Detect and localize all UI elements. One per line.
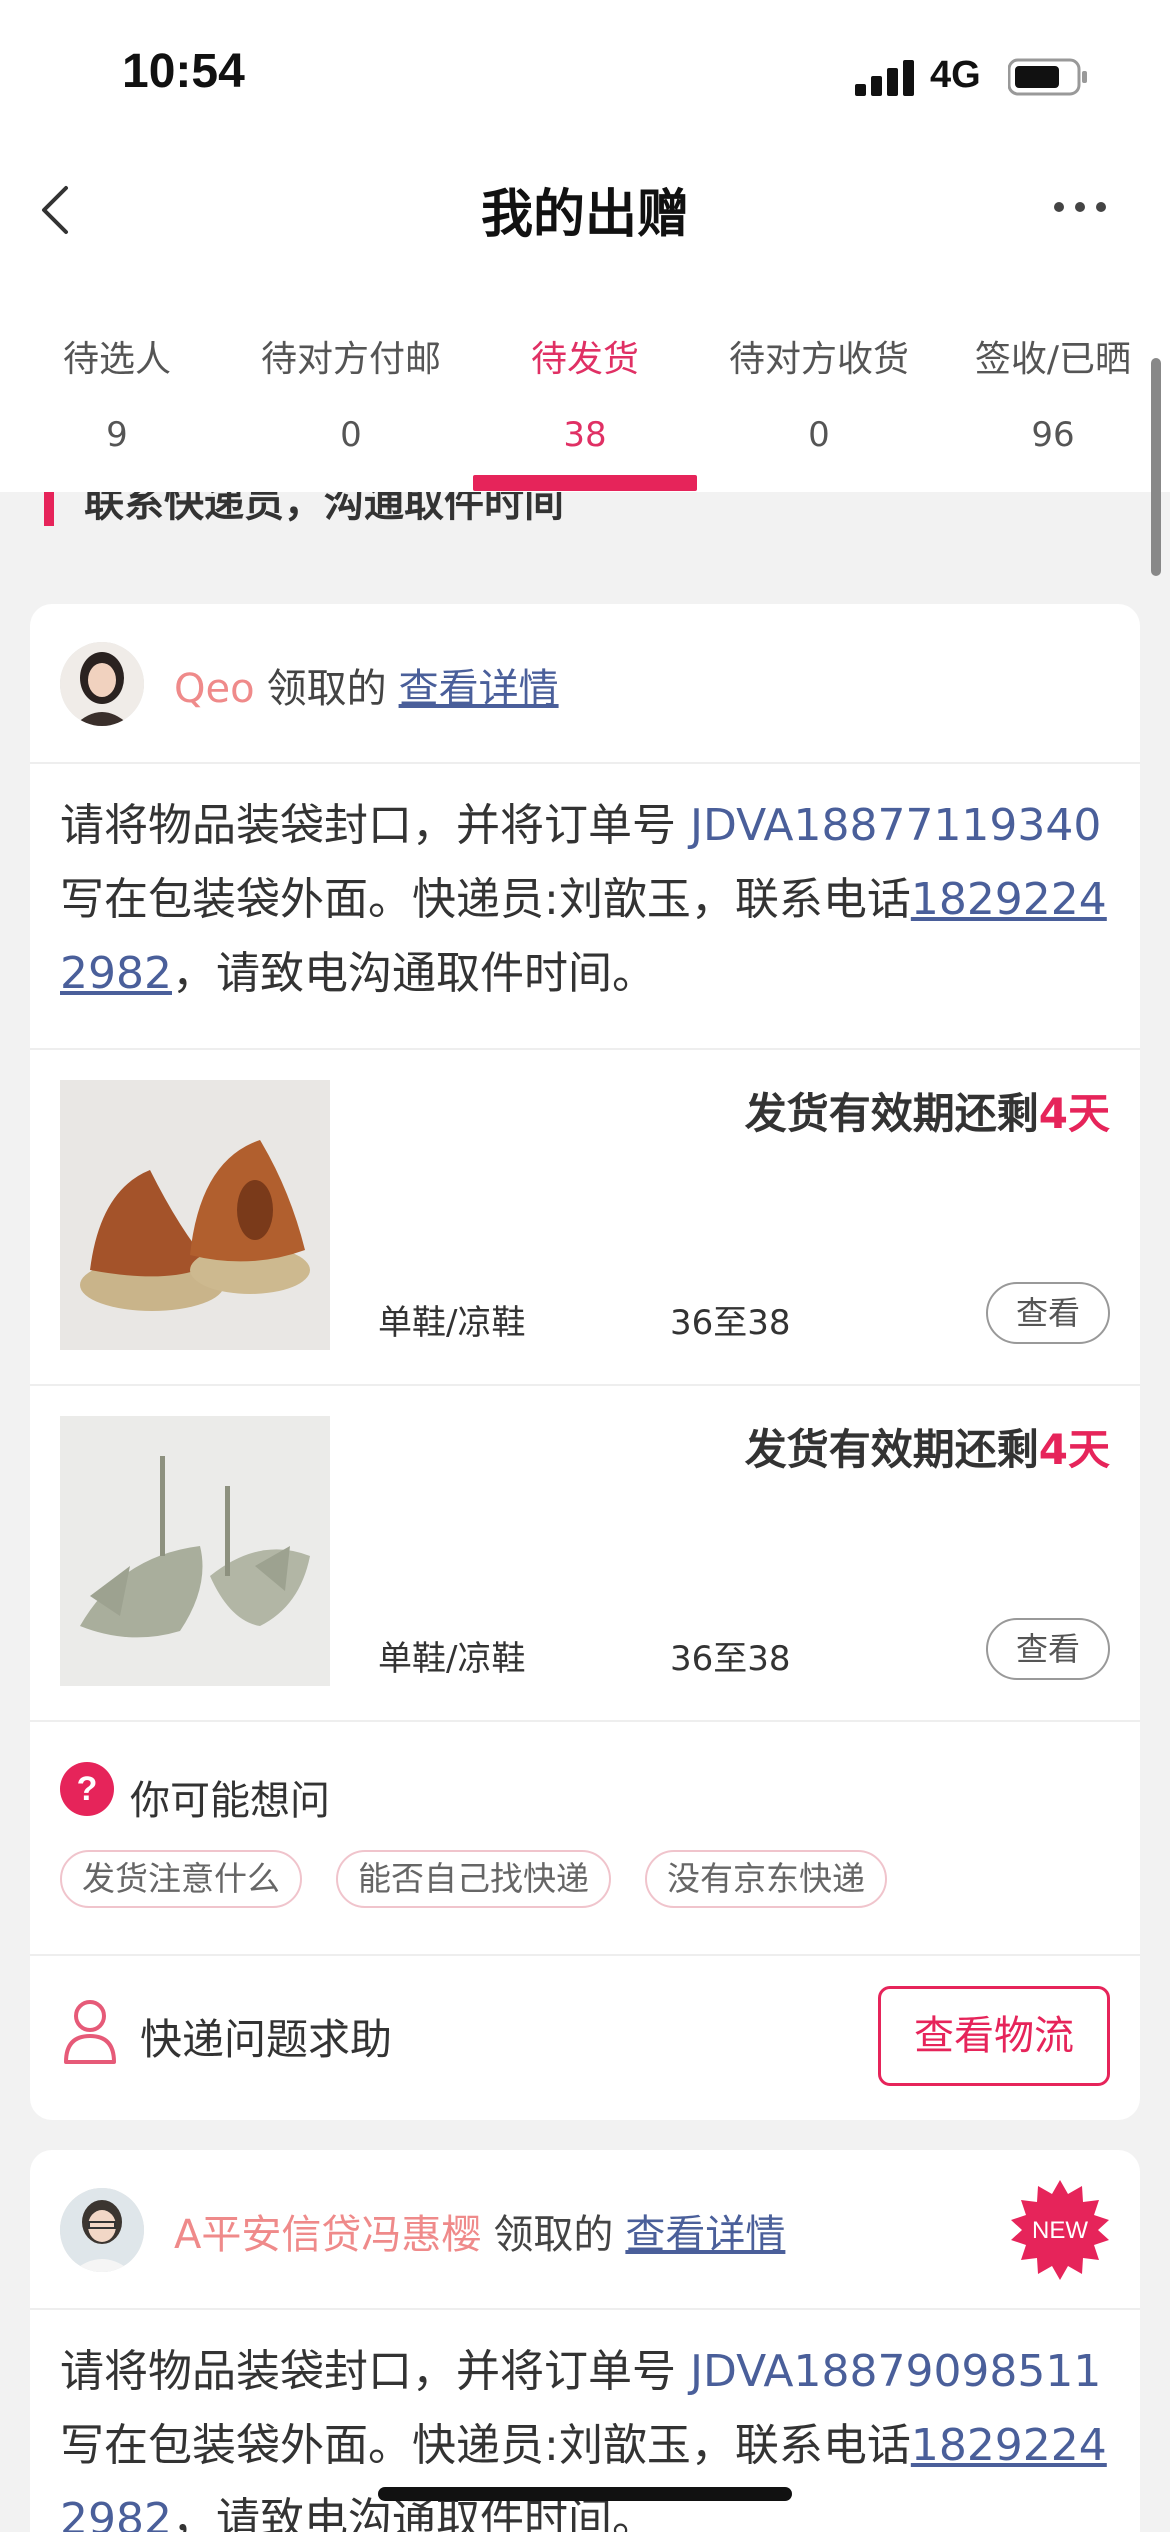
person-icon bbox=[64, 2000, 116, 2064]
tab-received-shared[interactable]: 签收/已晒 96 bbox=[936, 270, 1170, 492]
tab-count: 38 bbox=[563, 415, 607, 455]
deadline-days: 4天 bbox=[1038, 1089, 1110, 1138]
section-heading: 联系快递员，沟通取件时间 bbox=[0, 492, 1170, 552]
tab-count: 9 bbox=[106, 415, 128, 455]
item-category: 单鞋/凉鞋 bbox=[378, 1639, 526, 1679]
deadline-prefix: 发货有效期还剩 bbox=[744, 1089, 1039, 1138]
shipping-instructions: 请将物品装袋封口，并将订单号 JDVA18877119340 写在包装袋外面。快… bbox=[60, 789, 1110, 1011]
claimed-label: 领取的 bbox=[266, 666, 387, 712]
instruction-middle: 写在包装袋外面。快递员:刘歆玉，联系电话 bbox=[60, 2420, 911, 2471]
view-detail-link[interactable]: 查看详情 bbox=[399, 666, 559, 712]
tab-label: 签收/已晒 bbox=[974, 339, 1132, 380]
claimed-label: 领取的 bbox=[493, 2212, 614, 2258]
item-image[interactable] bbox=[60, 1080, 330, 1350]
ship-deadline: 发货有效期还剩4天 bbox=[745, 1080, 1110, 1141]
faq-section: ? 你可能想问 发货注意什么 能否自己找快递 没有京东快递 bbox=[30, 1722, 1140, 1954]
instruction-prefix: 请将物品装袋封口，并将订单号 bbox=[60, 800, 690, 851]
claimant-name[interactable]: A平安信贷冯惠樱 bbox=[174, 2212, 481, 2258]
item-size: 36至38 bbox=[670, 1303, 791, 1343]
tab-count: 0 bbox=[340, 415, 362, 455]
order-number: JDVA18879098511 bbox=[690, 2346, 1102, 2397]
status-time: 10:54 bbox=[122, 45, 245, 98]
tab-count: 96 bbox=[1031, 415, 1075, 455]
nav-bar: 我的出赠 bbox=[0, 150, 1170, 270]
new-badge: NEW bbox=[1011, 2180, 1109, 2280]
tab-pending-ship[interactable]: 待发货 38 bbox=[468, 270, 702, 492]
tab-label: 待发货 bbox=[530, 339, 639, 380]
gift-item[interactable]: 发货有效期还剩4天 单鞋/凉鞋 36至38 查看 bbox=[30, 1050, 1140, 1384]
faq-tag[interactable]: 没有京东快递 bbox=[645, 1850, 887, 1908]
courier-help-row: 快递问题求助 查看物流 bbox=[30, 1956, 1140, 2120]
question-icon: ? bbox=[60, 1762, 114, 1816]
tab-count: 0 bbox=[808, 415, 830, 455]
order-number: JDVA18877119340 bbox=[690, 800, 1102, 851]
item-category: 单鞋/凉鞋 bbox=[378, 1303, 526, 1343]
avatar[interactable] bbox=[60, 2188, 144, 2272]
view-detail-link[interactable]: 查看详情 bbox=[625, 2212, 785, 2258]
tab-label: 待选人 bbox=[62, 339, 171, 380]
deadline-days: 4天 bbox=[1038, 1425, 1110, 1474]
claimant-row: Qeo 领取的 查看详情 bbox=[30, 604, 1140, 764]
item-image[interactable] bbox=[60, 1416, 330, 1686]
new-badge-text: NEW bbox=[1032, 2217, 1088, 2244]
courier-help-label[interactable]: 快递问题求助 bbox=[140, 2006, 392, 2067]
section-heading-text: 联系快递员，沟通取件时间 bbox=[84, 492, 564, 526]
page-title: 我的出赠 bbox=[480, 185, 689, 245]
more-dots-icon[interactable] bbox=[1050, 192, 1110, 222]
order-card: Qeo 领取的 查看详情 请将物品装袋封口，并将订单号 JDVA1887711934… bbox=[30, 604, 1140, 2120]
tab-pending-receive[interactable]: 待对方收货 0 bbox=[702, 270, 936, 492]
item-size: 36至38 bbox=[670, 1639, 791, 1679]
scrollbar[interactable] bbox=[1151, 358, 1161, 576]
instruction-middle: 写在包装袋外面。快递员:刘歆玉，联系电话 bbox=[60, 874, 911, 925]
tab-label: 待对方付邮 bbox=[260, 339, 441, 380]
view-item-button[interactable]: 查看 bbox=[986, 1618, 1110, 1680]
section-heading-bar bbox=[44, 492, 54, 526]
claimant-name[interactable]: Qeo bbox=[174, 666, 255, 712]
claimant-row: A平安信贷冯惠樱 领取的 查看详情 NEW bbox=[30, 2150, 1140, 2310]
status-tabs: 待选人 9 待对方付邮 0 待发货 38 待对方收货 0 签收/已晒 96 bbox=[0, 270, 1170, 492]
claimant-text: Qeo 领取的 查看详情 bbox=[174, 656, 559, 714]
tab-label: 待对方收货 bbox=[728, 339, 909, 380]
status-bar: 10:54 4G bbox=[0, 0, 1170, 150]
claimant-text: A平安信贷冯惠樱 领取的 查看详情 bbox=[174, 2202, 785, 2260]
active-tab-indicator bbox=[473, 475, 697, 491]
network-type: 4G bbox=[930, 54, 981, 96]
view-logistics-button[interactable]: 查看物流 bbox=[878, 1986, 1110, 2086]
gift-item[interactable]: 发货有效期还剩4天 单鞋/凉鞋 36至38 查看 bbox=[30, 1386, 1140, 1720]
instruction-prefix: 请将物品装袋封口，并将订单号 bbox=[60, 2346, 690, 2397]
view-item-button[interactable]: 查看 bbox=[986, 1282, 1110, 1344]
shipping-instructions: 请将物品装袋封口，并将订单号 JDVA18879098511 写在包装袋外面。快… bbox=[60, 2335, 1110, 2532]
svg-text:?: ? bbox=[77, 1770, 98, 1808]
home-indicator[interactable] bbox=[378, 2487, 792, 2501]
faq-tags: 发货注意什么 能否自己找快递 没有京东快递 bbox=[60, 1850, 921, 1908]
faq-tag[interactable]: 发货注意什么 bbox=[60, 1850, 302, 1908]
instruction-suffix: ，请致电沟通取件时间。 bbox=[171, 948, 656, 999]
tab-pending-select[interactable]: 待选人 9 bbox=[0, 270, 234, 492]
faq-title: 你可能想问 bbox=[130, 1778, 330, 1824]
faq-tag[interactable]: 能否自己找快递 bbox=[336, 1850, 611, 1908]
battery-icon bbox=[1008, 58, 1087, 96]
ship-deadline: 发货有效期还剩4天 bbox=[745, 1416, 1110, 1477]
order-card: A平安信贷冯惠樱 领取的 查看详情 NEW 请将物品装袋封口，并将订单号 JDVA1… bbox=[30, 2150, 1140, 2532]
tab-pending-postage[interactable]: 待对方付邮 0 bbox=[234, 270, 468, 492]
deadline-prefix: 发货有效期还剩 bbox=[744, 1425, 1039, 1474]
avatar[interactable] bbox=[60, 642, 144, 726]
cellular-signal-icon bbox=[855, 60, 915, 96]
